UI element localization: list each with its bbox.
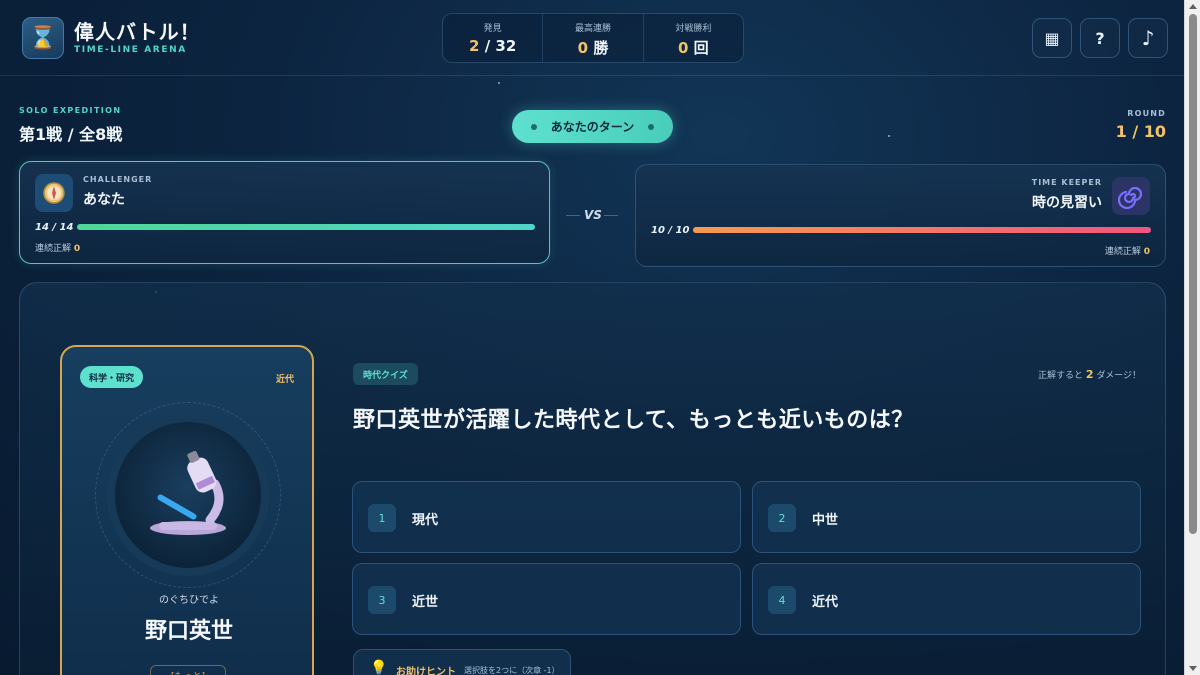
hint-label: お助けヒント: [396, 667, 456, 675]
microscope-icon: [107, 414, 269, 576]
player-card: CHALLENGER あなた 14 / 14 連続正解 0: [19, 161, 550, 264]
round-value: 1 / 10: [1115, 122, 1166, 141]
stat-value: 2 / 32: [469, 37, 517, 55]
choice-label: 近世: [412, 595, 439, 610]
stat-wins: 対戦勝利 0 回: [644, 14, 743, 62]
mode-label: SOLO EXPEDITION: [19, 106, 122, 115]
choice-label: 近代: [812, 595, 839, 610]
player-hp-fill: [77, 224, 535, 230]
choice-number: 1: [368, 504, 396, 532]
figure-furigana: のぐちひでよ: [159, 595, 219, 606]
stats-panel: 発見 2 / 32 最高連勝 0 勝 対戦勝利 0 回: [442, 13, 744, 63]
scroll-up-icon[interactable]: [1189, 4, 1197, 9]
stat-label: 発見: [483, 24, 502, 34]
stat-label: 対戦勝利: [675, 24, 712, 34]
choice-button-2[interactable]: 2 中世: [752, 481, 1141, 553]
quiz-type-tag: 時代クイズ: [353, 363, 418, 385]
lightbulb-icon: 💡: [370, 660, 388, 675]
player-role: CHALLENGER: [83, 175, 153, 184]
star-decoration: [498, 82, 500, 84]
opponent-role: TIME KEEPER: [1031, 178, 1102, 187]
question-text: 野口英世が活躍した時代として、もっとも近いものは？: [353, 408, 914, 433]
hourglass-icon: ⌛: [22, 17, 64, 59]
battle-title: 第1戦 / 全8戦: [19, 125, 123, 144]
player-hp-text: 14 / 14: [35, 222, 74, 233]
vs-divider: [604, 215, 618, 216]
app-header: ⌛ 偉人バトル！ TIME-LINE ARENA 発見 2 / 32 最高連勝 …: [0, 0, 1184, 76]
stat-label: 最高連勝: [574, 24, 611, 34]
stat-discovered: 発見 2 / 32: [443, 14, 544, 62]
calendar-icon: ▦: [1044, 28, 1060, 48]
vs-divider: [566, 215, 580, 216]
opponent-hp-bar: [693, 227, 1151, 233]
choice-button-4[interactable]: 4 近代: [752, 563, 1141, 635]
choice-number: 3: [368, 586, 396, 614]
choice-label: 中世: [812, 513, 839, 528]
category-tag: 科学・研究: [80, 366, 144, 388]
opponent-hp-fill: [693, 227, 1151, 233]
help-button[interactable]: ?: [1080, 18, 1120, 58]
choice-button-1[interactable]: 1 現代: [352, 481, 741, 553]
dot-icon: [530, 123, 537, 130]
scrollbar-thumb[interactable]: [1189, 14, 1197, 534]
vs-label: VS: [584, 208, 602, 222]
turn-indicator: あなたのターン: [512, 110, 673, 143]
choice-number: 4: [768, 586, 796, 614]
page-scrollbar[interactable]: [1184, 0, 1200, 675]
help-icon: ?: [1095, 28, 1105, 48]
more-button[interactable]: [もっと]: [150, 665, 226, 675]
turn-label: あなたのターン: [550, 120, 635, 134]
stat-value: 0 勝: [577, 39, 609, 57]
era-tag: 近代: [275, 375, 294, 385]
stat-best-streak: 最高連勝 0 勝: [543, 14, 644, 62]
calendar-button[interactable]: ▦: [1032, 18, 1072, 58]
portrait-ring: [95, 402, 281, 588]
dot-icon: [648, 123, 655, 130]
compass-icon: [35, 174, 73, 212]
scroll-down-icon[interactable]: [1189, 666, 1197, 671]
app-subtitle: TIME-LINE ARENA: [74, 45, 187, 55]
player-name: あなた: [83, 192, 125, 208]
choice-button-3[interactable]: 3 近世: [352, 563, 741, 635]
round-label: ROUND: [1127, 109, 1166, 118]
stat-value: 0 回: [677, 39, 709, 57]
star-decoration: [888, 135, 890, 137]
player-streak: 連続正解 0: [35, 244, 81, 254]
damage-note: 正解すると 2 ダメージ！: [1038, 368, 1141, 381]
hint-description: 選択肢を2つに（次章 -1）: [464, 666, 560, 675]
opponent-name: 時の見習い: [1032, 195, 1102, 211]
music-icon: ♪: [1141, 26, 1155, 50]
figure-card[interactable]: 科学・研究 近代 のぐちひでよ 野口英世 [もっと]: [60, 345, 314, 675]
figure-name: 野口英世: [144, 619, 233, 644]
hint-button[interactable]: 💡 お助けヒント 選択肢を2つに（次章 -1）: [353, 649, 571, 675]
spiral-icon: [1112, 177, 1150, 215]
choice-number: 2: [768, 504, 796, 532]
player-hp-bar: [77, 224, 535, 230]
app-title: 偉人バトル！: [74, 20, 201, 44]
opponent-hp-text: 10 / 10: [651, 225, 690, 236]
choice-label: 現代: [412, 513, 439, 528]
opponent-streak: 連続正解 0: [1104, 247, 1150, 257]
music-button[interactable]: ♪: [1128, 18, 1168, 58]
opponent-card: TIME KEEPER 時の見習い 10 / 10 連続正解 0: [635, 164, 1166, 267]
